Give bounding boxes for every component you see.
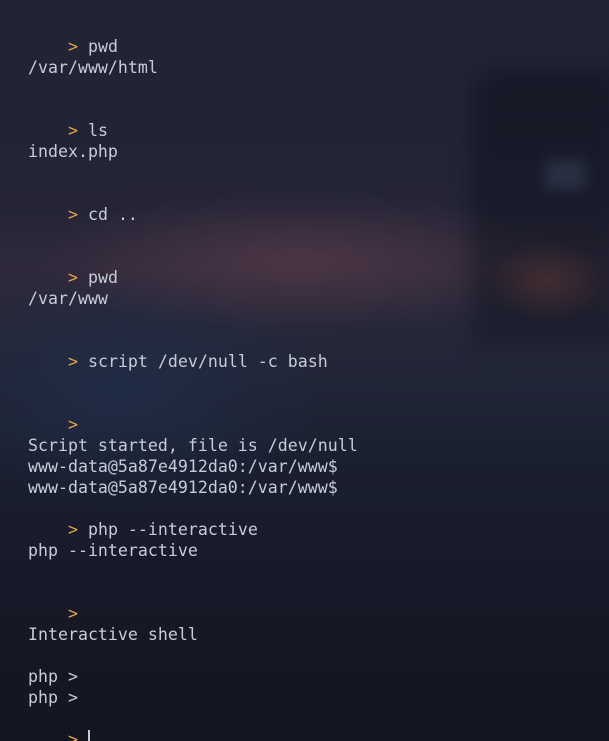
output-line: /var/www/html (28, 58, 158, 77)
prompt-symbol: > (67, 730, 78, 741)
output-line: index.php (28, 142, 118, 161)
output-line: /var/www (28, 289, 108, 308)
output-line: Script started, file is /dev/null (28, 436, 358, 455)
output-line: www-data@5a87e4912da0:/var/www$ (28, 457, 338, 476)
command-line: > script /dev/null -c bash (28, 330, 328, 371)
command-text: php --interactive (87, 520, 258, 539)
prompt-symbol: > (67, 520, 78, 539)
command-text: pwd (87, 268, 118, 287)
output-line: php > (28, 688, 78, 707)
command-line: > cd .. (28, 183, 138, 224)
command-text: pwd (87, 37, 118, 56)
prompt-symbol: > (67, 268, 78, 287)
command-text: script /dev/null -c bash (87, 352, 328, 371)
prompt-symbol: > (67, 415, 78, 434)
prompt-symbol: > (67, 121, 78, 140)
command-line: > (28, 393, 88, 434)
output-line: www-data@5a87e4912da0:/var/www$ (28, 478, 338, 497)
output-line: php > (28, 667, 78, 686)
command-line: > (28, 582, 88, 623)
command-text: cd .. (87, 205, 138, 224)
prompt-symbol: > (67, 205, 78, 224)
output-line: php --interactive (28, 541, 198, 560)
prompt-symbol: > (67, 352, 78, 371)
command-line: > ls (28, 99, 108, 140)
output-line: Interactive shell (28, 625, 198, 644)
command-line: > pwd (28, 246, 118, 287)
command-line: > php --interactive (28, 498, 258, 539)
command-text: ls (87, 121, 108, 140)
terminal-window[interactable]: > pwd /var/www/html > ls index.php > cd … (0, 0, 609, 741)
prompt-symbol: > (67, 37, 78, 56)
text-cursor (87, 730, 90, 741)
input-line[interactable]: > (28, 708, 90, 741)
command-line: > pwd (28, 15, 118, 56)
prompt-symbol: > (67, 604, 78, 623)
